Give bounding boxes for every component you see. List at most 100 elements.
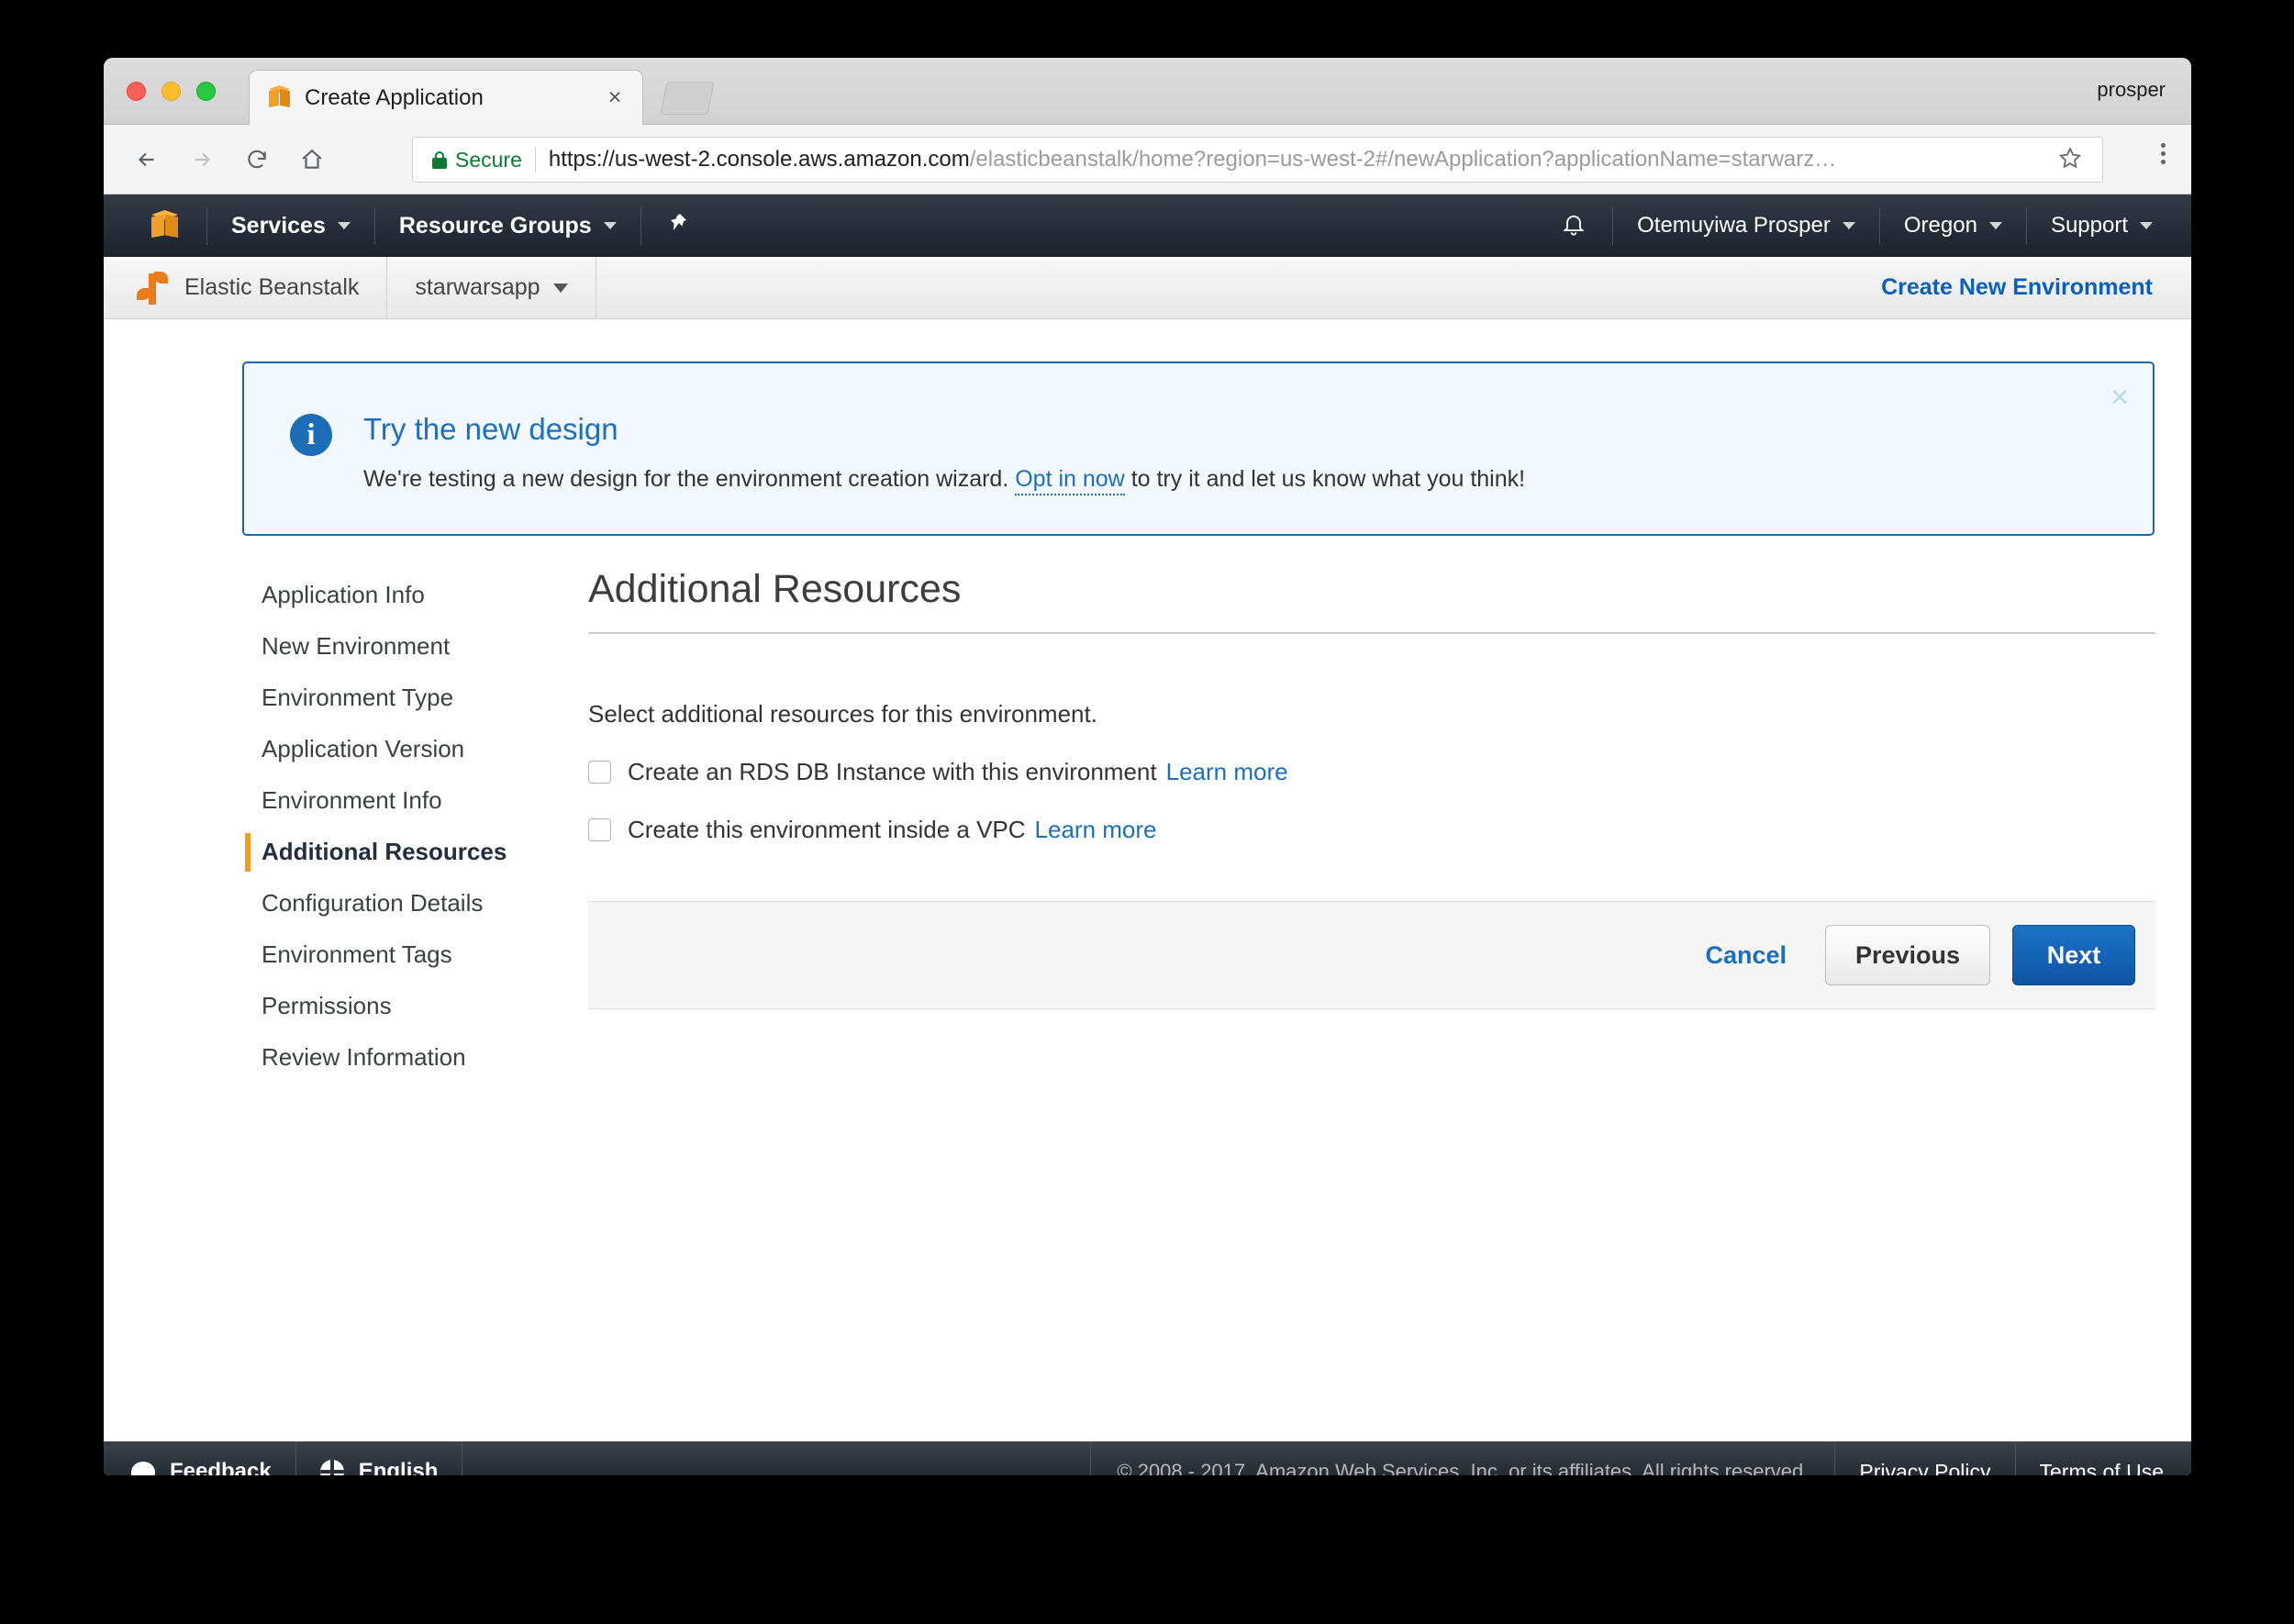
rds-checkbox[interactable] bbox=[588, 761, 611, 784]
nav-region-menu[interactable]: Oregon bbox=[1880, 195, 2026, 257]
sidebar-item-configuration-details[interactable]: Configuration Details bbox=[232, 877, 535, 929]
vpc-checkbox[interactable] bbox=[588, 818, 611, 841]
info-icon: i bbox=[290, 414, 332, 456]
reload-icon[interactable] bbox=[236, 139, 278, 181]
eb-service-label: Elastic Beanstalk bbox=[184, 274, 359, 301]
banner-title: Try the new design bbox=[363, 412, 618, 447]
rds-learn-more-link[interactable]: Learn more bbox=[1166, 758, 1288, 786]
browser-tab-strip: Create Application × prosper bbox=[104, 58, 2191, 125]
create-new-environment-link[interactable]: Create New Environment bbox=[1881, 274, 2153, 301]
step-label: Environment Tags bbox=[262, 940, 452, 969]
cancel-button[interactable]: Cancel bbox=[1705, 941, 1787, 970]
eb-application-selector[interactable]: starwarsapp bbox=[387, 257, 596, 319]
feedback-button[interactable]: Feedback bbox=[104, 1441, 296, 1475]
browser-tab[interactable]: Create Application × bbox=[249, 70, 643, 125]
step-label: Environment Type bbox=[262, 684, 453, 712]
wizard-button-bar: Cancel Previous Next bbox=[588, 901, 2155, 1009]
step-label: Additional Resources bbox=[262, 838, 507, 866]
browser-toolbar: Secure https://us-west-2.console.aws.ama… bbox=[104, 125, 2191, 195]
sidebar-item-environment-tags[interactable]: Environment Tags bbox=[232, 929, 535, 980]
notifications-bell-icon[interactable] bbox=[1535, 210, 1612, 242]
chevron-down-icon bbox=[1843, 222, 1855, 229]
nav-services-menu[interactable]: Services bbox=[207, 195, 374, 257]
browser-window: Create Application × prosper bbox=[104, 58, 2191, 1475]
back-icon[interactable] bbox=[126, 139, 168, 181]
aws-footer: Feedback English © 2008 - 2017, Amazon W… bbox=[104, 1441, 2191, 1475]
banner-body-after: to try it and let us know what you think… bbox=[1125, 466, 1525, 492]
globe-icon bbox=[320, 1460, 344, 1475]
sidebar-item-environment-info[interactable]: Environment Info bbox=[232, 774, 535, 826]
nav-account-label: Otemuyiwa Prosper bbox=[1637, 213, 1831, 239]
wizard-step-list: Application Info New Environment Environ… bbox=[232, 569, 535, 1083]
nav-support-menu[interactable]: Support bbox=[2027, 195, 2191, 257]
banner-body-before: We're testing a new design for the envir… bbox=[363, 466, 1015, 492]
tab-title: Create Application bbox=[305, 85, 484, 111]
option-row-rds[interactable]: Create an RDS DB Instance with this envi… bbox=[588, 758, 2155, 786]
step-label: New Environment bbox=[262, 632, 450, 661]
close-window-button[interactable] bbox=[127, 82, 146, 101]
new-design-banner: i Try the new design We're testing a new… bbox=[242, 362, 2155, 536]
previous-button[interactable]: Previous bbox=[1825, 925, 1990, 985]
chevron-down-icon bbox=[2140, 222, 2153, 229]
next-button[interactable]: Next bbox=[2012, 925, 2135, 985]
aws-top-navigation: Services Resource Groups Otemuyiwa Prosp… bbox=[104, 195, 2191, 257]
chevron-down-icon bbox=[338, 222, 351, 229]
opt-in-now-link[interactable]: Opt in now bbox=[1015, 466, 1125, 495]
forward-icon[interactable] bbox=[181, 139, 223, 181]
banner-body: We're testing a new design for the envir… bbox=[363, 466, 1525, 493]
sidebar-item-permissions[interactable]: Permissions bbox=[232, 980, 535, 1031]
terms-of-use-link[interactable]: Terms of Use bbox=[2015, 1441, 2191, 1475]
aws-cube-logo-icon[interactable] bbox=[151, 210, 179, 241]
sidebar-item-environment-type[interactable]: Environment Type bbox=[232, 672, 535, 723]
main-panel: Additional Resources Select additional r… bbox=[588, 567, 2155, 1009]
language-label: English bbox=[359, 1459, 439, 1475]
vpc-option-label: Create this environment inside a VPC bbox=[628, 816, 1026, 844]
step-label: Environment Info bbox=[262, 786, 442, 815]
eb-service-home-link[interactable]: Elastic Beanstalk bbox=[104, 257, 387, 319]
bookmark-star-icon[interactable] bbox=[2058, 146, 2082, 174]
browser-profile-name[interactable]: prosper bbox=[2097, 78, 2166, 102]
language-selector[interactable]: English bbox=[296, 1441, 463, 1475]
address-bar[interactable]: Secure https://us-west-2.console.aws.ama… bbox=[412, 137, 2103, 183]
chevron-down-icon bbox=[553, 284, 568, 293]
aws-nav-right-group: Otemuyiwa Prosper Oregon Support bbox=[1535, 195, 2191, 257]
close-icon[interactable]: × bbox=[604, 87, 626, 109]
pin-icon[interactable] bbox=[641, 210, 715, 242]
vpc-learn-more-link[interactable]: Learn more bbox=[1035, 816, 1157, 844]
divider bbox=[535, 147, 536, 172]
sidebar-item-application-version[interactable]: Application Version bbox=[232, 723, 535, 774]
privacy-policy-link[interactable]: Privacy Policy bbox=[1834, 1441, 2014, 1475]
option-row-vpc[interactable]: Create this environment inside a VPC Lea… bbox=[588, 816, 2155, 844]
browser-menu-icon[interactable] bbox=[2161, 143, 2166, 164]
nav-account-menu[interactable]: Otemuyiwa Prosper bbox=[1613, 195, 1879, 257]
footer-right-group: © 2008 - 2017, Amazon Web Services, Inc.… bbox=[1090, 1441, 2191, 1475]
sidebar-item-additional-resources[interactable]: Additional Resources bbox=[232, 826, 535, 877]
chevron-down-icon bbox=[1989, 222, 2002, 229]
url-text: https://us-west-2.console.aws.amazon.com… bbox=[549, 147, 2058, 172]
copyright-text: © 2008 - 2017, Amazon Web Services, Inc.… bbox=[1090, 1441, 1834, 1475]
aws-cube-icon bbox=[269, 85, 291, 110]
page-title: Additional Resources bbox=[588, 567, 2155, 634]
step-label: Configuration Details bbox=[262, 889, 483, 918]
step-label: Review Information bbox=[262, 1043, 466, 1072]
new-tab-button[interactable] bbox=[661, 82, 715, 115]
sidebar-item-review-information[interactable]: Review Information bbox=[232, 1031, 535, 1083]
close-icon[interactable]: × bbox=[2110, 382, 2129, 413]
minimize-window-button[interactable] bbox=[161, 82, 181, 101]
chevron-down-icon bbox=[604, 222, 617, 229]
lock-icon bbox=[432, 151, 447, 169]
step-label: Permissions bbox=[262, 992, 392, 1020]
sidebar-item-new-environment[interactable]: New Environment bbox=[232, 620, 535, 672]
nav-services-label: Services bbox=[231, 213, 326, 239]
nav-resource-groups-menu[interactable]: Resource Groups bbox=[375, 195, 640, 257]
sidebar-item-application-info[interactable]: Application Info bbox=[232, 569, 535, 620]
eb-application-label: starwarsapp bbox=[415, 274, 540, 301]
panel-instruction: Select additional resources for this env… bbox=[588, 700, 2155, 729]
speech-bubble-icon bbox=[131, 1462, 155, 1476]
home-icon[interactable] bbox=[291, 139, 333, 181]
rds-option-label: Create an RDS DB Instance with this envi… bbox=[628, 758, 1157, 786]
url-host: https://us-west-2.console.aws.amazon.com bbox=[549, 147, 970, 172]
nav-resource-groups-label: Resource Groups bbox=[399, 213, 592, 239]
secure-label: Secure bbox=[455, 148, 522, 172]
maximize-window-button[interactable] bbox=[196, 82, 216, 101]
